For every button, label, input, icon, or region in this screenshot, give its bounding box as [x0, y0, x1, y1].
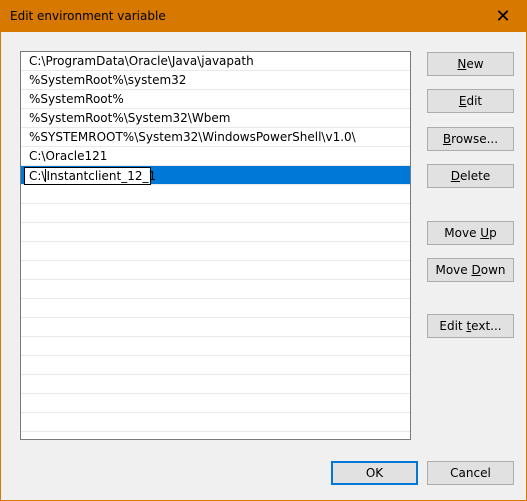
empty-row[interactable] — [21, 375, 410, 394]
edit-button[interactable]: Edit — [427, 89, 514, 113]
title-bar[interactable]: Edit environment variable ✕ — [1, 1, 526, 32]
empty-row[interactable] — [21, 356, 410, 375]
list-item[interactable]: %SystemRoot% — [21, 90, 410, 109]
list-item[interactable]: C:\ProgramData\Oracle\Java\javapath — [21, 52, 410, 71]
empty-row[interactable] — [21, 280, 410, 299]
edit-text-before-caret: C:\ — [29, 169, 46, 183]
empty-row[interactable] — [21, 394, 410, 413]
delete-button[interactable]: Delete — [427, 164, 514, 188]
close-icon[interactable]: ✕ — [480, 1, 526, 32]
list-item-selected[interactable]: C:\Instantclient_12_1 — [21, 166, 410, 185]
edit-environment-variable-dialog: Edit environment variable ✕ C:\ProgramDa… — [0, 0, 527, 501]
list-item[interactable]: %SystemRoot%\System32\Wbem — [21, 109, 410, 128]
browse-button[interactable]: Browse... — [427, 127, 514, 151]
empty-row[interactable] — [21, 337, 410, 356]
empty-row[interactable] — [21, 318, 410, 337]
empty-row[interactable] — [21, 204, 410, 223]
inline-edit-field[interactable]: C:\Instantclient_12_1 — [24, 167, 156, 185]
empty-row[interactable] — [21, 261, 410, 280]
empty-row[interactable] — [21, 299, 410, 318]
empty-row[interactable] — [21, 223, 410, 242]
move-down-button[interactable]: Move Down — [427, 258, 514, 282]
list-item[interactable]: %SystemRoot%\system32 — [21, 71, 410, 90]
move-up-button[interactable]: Move Up — [427, 221, 514, 245]
cancel-button[interactable]: Cancel — [427, 461, 514, 485]
empty-row[interactable] — [21, 242, 410, 261]
list-item[interactable]: C:\Oracle121 — [21, 147, 410, 166]
new-button[interactable]: New — [427, 52, 514, 76]
edit-text-after-caret: Instantclient_12_1 — [46, 169, 157, 183]
ok-button[interactable]: OK — [331, 461, 418, 485]
window-title: Edit environment variable — [10, 9, 166, 23]
empty-row[interactable] — [21, 185, 410, 204]
empty-row[interactable] — [21, 413, 410, 432]
list-item[interactable]: %SYSTEMROOT%\System32\WindowsPowerShell\… — [21, 128, 410, 147]
edit-text-button[interactable]: Edit t ext... — [427, 314, 514, 338]
path-list[interactable]: C:\ProgramData\Oracle\Java\javapath %Sys… — [20, 51, 411, 440]
